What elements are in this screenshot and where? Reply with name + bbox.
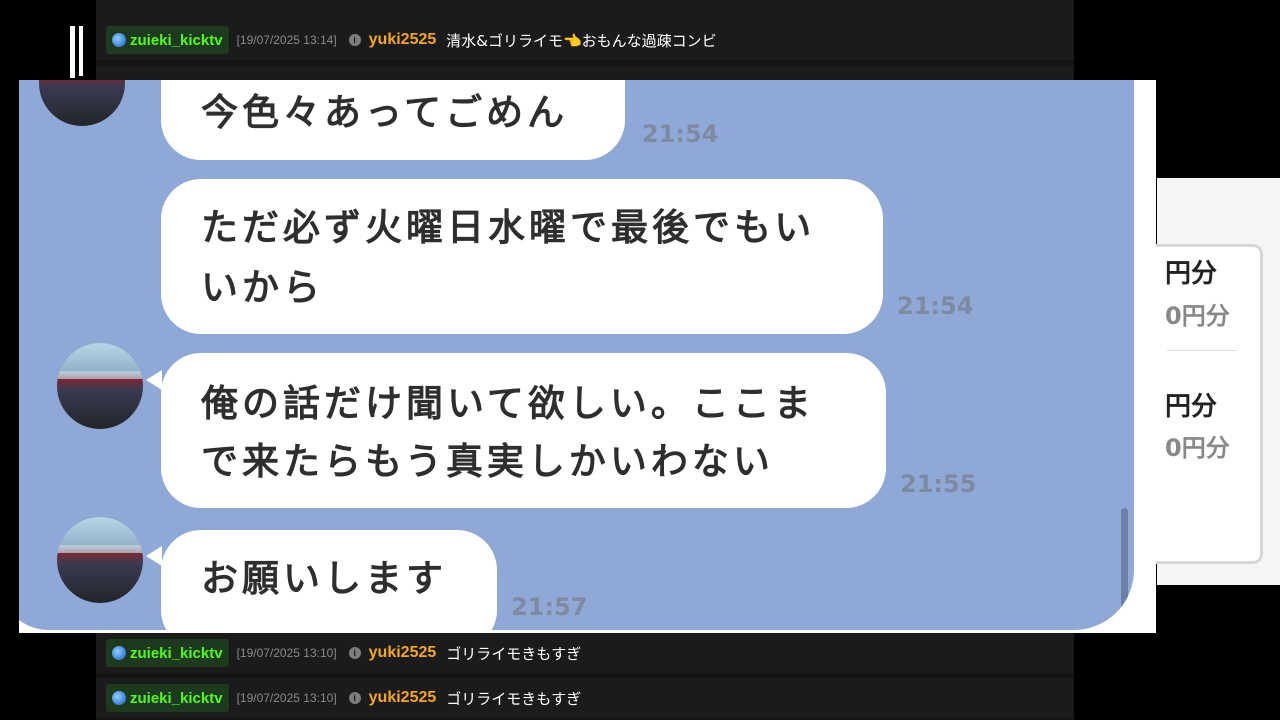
avatar [57,343,143,429]
avatar [39,80,125,126]
channel-badge[interactable]: zuieki_kicktv [106,639,229,667]
message-time: 21:54 [642,120,719,148]
price-panel: 円分 0円分 円分 0円分 [1147,178,1280,585]
timestamp: [19/07/2025 13:14] [236,33,337,47]
message-text: 今色々あってごめん [201,91,569,134]
chat-message: ゴリライモきもすぎ [446,644,582,663]
timestamp: [19/07/2025 13:10] [236,691,337,705]
chat-row: zuieki_kicktv [19/07/2025 13:10] i yuki2… [96,633,1074,673]
timestamp: [19/07/2025 13:10] [236,646,337,660]
scrollbar[interactable] [1121,508,1128,628]
message-bubble: 俺の話だけ聞いて欲しい。ここま で来たらもう真実しかいわない [161,353,886,508]
message-text-line: ただ必ず火曜日水曜で最後でもい [201,206,816,249]
chat-message: 清水&ゴリライモ👈おもんな過疎コンビ [446,31,717,50]
chat-row: zuieki_kicktv [19/07/2025 13:14] i yuki2… [96,20,1074,60]
message-text-line: で来たらもう真実しかいわない [201,440,774,483]
username[interactable]: yuki2525 [369,644,437,662]
message-time: 21:57 [511,593,588,621]
message-time: 21:54 [897,292,974,320]
username[interactable]: yuki2525 [369,689,437,707]
channel-badge[interactable]: zuieki_kicktv [106,26,229,54]
channel-name: zuieki_kicktv [130,644,223,662]
message-time: 21:55 [900,470,977,498]
divider [1167,350,1237,351]
message-bubble: ただ必ず火曜日水曜で最後でもい いから [161,179,883,334]
globe-icon [112,33,126,47]
bubble-tail [146,546,162,566]
info-icon[interactable]: i [348,692,361,704]
message-text-line: 俺の話だけ聞いて欲しい。ここま [201,382,815,425]
bubble-tail [146,370,162,390]
message-text-line: いから [201,266,324,309]
message-bubble: お願いします [161,530,497,630]
chat-row: zuieki_kicktv [19/07/2025 13:10] i yuki2… [96,678,1074,718]
side-marker [64,26,94,81]
price-amount-secondary: 0円分 [1165,434,1230,462]
info-icon[interactable]: i [348,647,361,659]
globe-icon [112,646,126,660]
chat-message: ゴリライモきもすぎ [446,689,582,708]
channel-badge[interactable]: zuieki_kicktv [106,684,229,712]
price-amount: 円分 [1165,392,1218,422]
avatar [57,517,143,603]
channel-name: zuieki_kicktv [130,31,223,49]
line-chat-screenshot: 今色々あってごめん 21:54 ただ必ず火曜日水曜で最後でもい いから 21:5… [19,80,1156,633]
price-amount: 円分 [1165,259,1218,289]
message-bubble: 今色々あってごめん [161,80,625,160]
line-chat-background: 今色々あってごめん 21:54 ただ必ず火曜日水曜で最後でもい いから 21:5… [19,80,1134,630]
channel-name: zuieki_kicktv [130,689,223,707]
info-icon[interactable]: i [348,34,361,46]
globe-icon [112,691,126,705]
price-amount-secondary: 0円分 [1165,302,1230,330]
message-text: お願いします [201,557,447,600]
username[interactable]: yuki2525 [369,31,437,49]
